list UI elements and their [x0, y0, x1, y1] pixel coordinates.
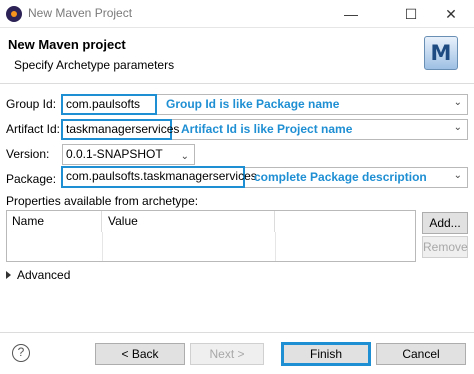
wizard-header: New Maven project Specify Archetype para…	[0, 28, 474, 84]
back-button[interactable]: < Back	[95, 343, 185, 365]
expand-triangle-icon[interactable]	[6, 271, 11, 279]
column-divider	[102, 232, 103, 261]
artifact-id-label: Artifact Id:	[6, 122, 61, 136]
artifact-id-note: Artifact Id is like Project name	[181, 122, 353, 136]
close-button[interactable]: ✕	[428, 0, 474, 28]
column-header-empty	[276, 211, 415, 232]
maven-logo-letter: M	[430, 41, 452, 65]
chevron-down-icon[interactable]: ⌄	[181, 147, 189, 166]
chevron-down-icon[interactable]: ⌄	[454, 122, 462, 133]
title-bar: New Maven Project — ☐ ✕	[0, 0, 474, 28]
column-header-value[interactable]: Value	[103, 211, 275, 232]
version-value: 0.0.1-SNAPSHOT	[66, 147, 163, 161]
maven-logo-icon: M	[424, 36, 458, 70]
finish-button[interactable]: Finish	[281, 342, 371, 366]
window-title: New Maven Project	[28, 6, 133, 20]
package-note: complete Package description	[254, 170, 427, 184]
version-select[interactable]: 0.0.1-SNAPSHOT ⌄	[62, 144, 195, 165]
package-field[interactable]: com.paulsofts.taskmanagerservices	[61, 166, 257, 188]
column-divider	[275, 232, 276, 261]
package-label: Package:	[6, 172, 57, 186]
version-label: Version:	[6, 147, 50, 161]
cancel-button[interactable]: Cancel	[376, 343, 466, 365]
properties-label: Properties available from archetype:	[6, 194, 199, 208]
chevron-down-icon[interactable]: ⌄	[454, 170, 462, 181]
advanced-label: Advanced	[17, 268, 71, 282]
page-description: Specify Archetype parameters	[14, 58, 175, 72]
eclipse-icon	[6, 6, 22, 22]
page-title: New Maven project	[8, 37, 126, 52]
help-icon[interactable]: ?	[12, 344, 30, 362]
add-button[interactable]: Add...	[422, 212, 468, 234]
properties-table[interactable]: Name Value	[6, 210, 416, 262]
minimize-button[interactable]: —	[328, 0, 374, 28]
next-button[interactable]: Next >	[190, 343, 264, 365]
group-id-label: Group Id:	[6, 97, 57, 111]
artifact-id-field[interactable]: taskmanagerservices	[61, 119, 179, 140]
footer-separator	[0, 332, 474, 333]
group-id-field[interactable]: com.paulsofts	[61, 94, 157, 115]
advanced-toggle[interactable]: Advanced	[6, 268, 70, 282]
chevron-down-icon[interactable]: ⌄	[454, 97, 462, 108]
group-id-note: Group Id is like Package name	[166, 97, 340, 111]
column-header-name[interactable]: Name	[7, 211, 102, 232]
remove-button[interactable]: Remove	[422, 236, 468, 258]
